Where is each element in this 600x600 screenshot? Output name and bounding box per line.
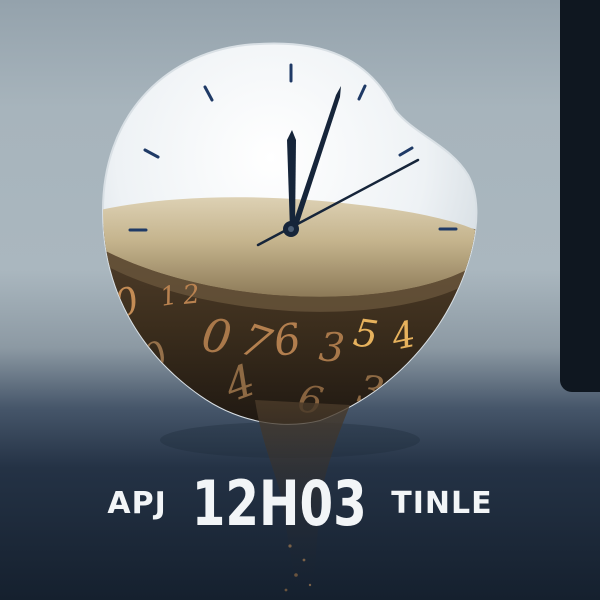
right-side-panel [560,0,600,392]
title-row: APJ 12H03 TINLE [0,468,600,540]
numeral: 3 [317,324,346,372]
title-center-time: 12H03 [191,467,367,540]
numeral: 2 [181,279,202,311]
title-left-word: APJ [107,486,167,521]
title-right-word: TINLE [391,486,493,521]
